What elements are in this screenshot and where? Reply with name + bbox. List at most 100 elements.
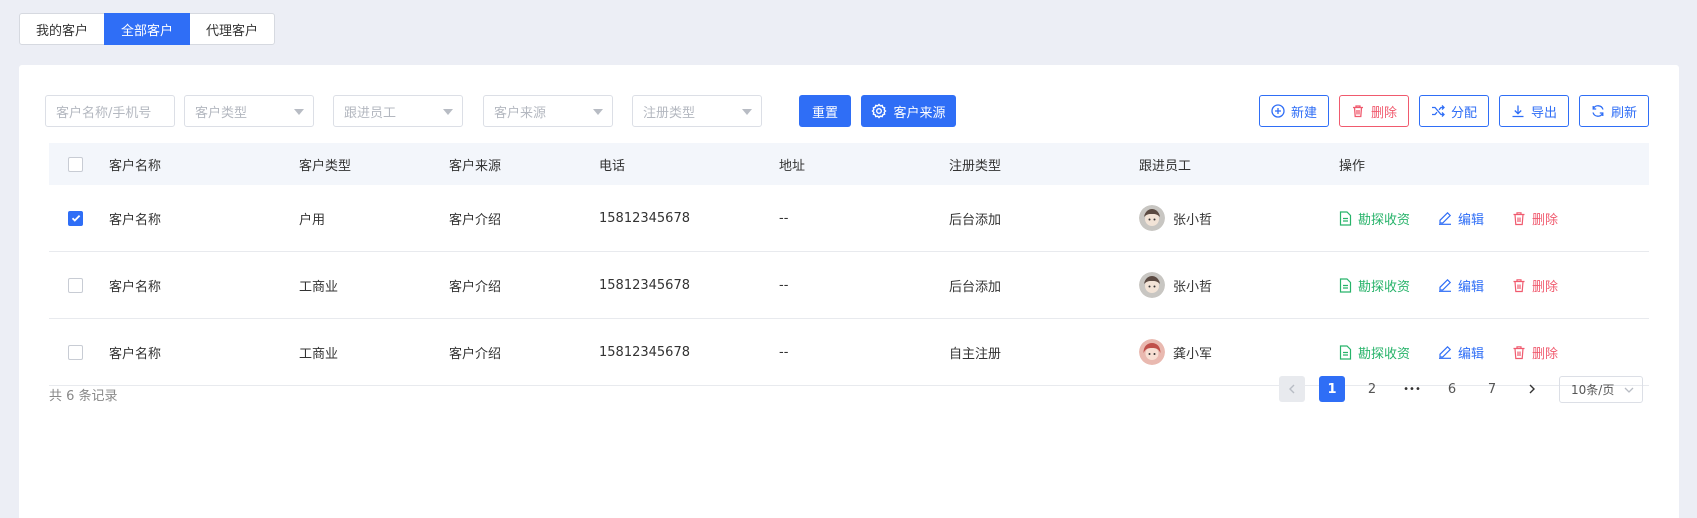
- customer-name-cell: 客户名称: [109, 212, 162, 228]
- reset-button[interactable]: 重置: [799, 95, 851, 127]
- delete-link[interactable]: 删除: [1512, 276, 1558, 295]
- refresh-button[interactable]: 刷新: [1579, 95, 1649, 127]
- customer-name-cell: 客户名称: [109, 279, 162, 295]
- delete-link[interactable]: 删除: [1512, 343, 1558, 362]
- header-follow-staff: 跟进员工: [1139, 158, 1192, 174]
- caret-down-icon: [593, 109, 603, 115]
- prev-page-button[interactable]: [1279, 376, 1305, 402]
- select-all-cell: [68, 143, 83, 185]
- header-customer-type: 客户类型: [299, 158, 352, 174]
- header-phone: 电话: [599, 158, 626, 174]
- row-checkbox[interactable]: [68, 210, 83, 226]
- follow-staff-cell: 张小哲: [1139, 252, 1212, 318]
- pencil-icon: [1439, 211, 1452, 225]
- pencil-icon: [1439, 345, 1452, 359]
- register-type-cell: 自主注册: [949, 346, 1002, 362]
- follow-staff-cell: 张小哲: [1139, 185, 1212, 251]
- plus-circle-icon: [1271, 104, 1285, 118]
- delete-link[interactable]: 删除: [1512, 209, 1558, 228]
- document-icon: [1339, 344, 1352, 360]
- page-1[interactable]: 1: [1319, 376, 1345, 402]
- register-type-cell: 后台添加: [949, 279, 1002, 295]
- survey-data-label: 勘探收资: [1358, 346, 1411, 362]
- customer-source-cell: 客户介绍: [449, 279, 502, 295]
- customer-type-cell: 工商业: [299, 346, 339, 362]
- chevron-right-icon: [1529, 384, 1535, 394]
- row-select-cell: [68, 252, 83, 318]
- new-button[interactable]: 新建: [1259, 95, 1329, 127]
- edit-label: 编辑: [1458, 279, 1485, 295]
- edit-label: 编辑: [1458, 346, 1485, 362]
- edit-link[interactable]: 编辑: [1438, 209, 1484, 228]
- customer-source-cell: 客户介绍: [449, 212, 502, 228]
- header-actions: 操作: [1339, 158, 1366, 174]
- caret-down-icon: [443, 109, 453, 115]
- document-icon: [1339, 277, 1352, 293]
- table-header: 客户名称 客户类型 客户来源 电话 地址 注册类型 跟进员工 操作: [49, 143, 1649, 185]
- customer-source-button[interactable]: 客户来源: [861, 95, 956, 127]
- gear-icon: [871, 103, 887, 119]
- total-records: 共 6 条记录: [49, 389, 118, 404]
- tab-all-customers[interactable]: 全部客户: [104, 13, 191, 45]
- survey-data-link[interactable]: 勘探收资: [1339, 209, 1410, 228]
- table-row: 客户名称 户用 客户介绍 15812345678 -- 后台添加 张小哲 勘探收…: [49, 185, 1649, 252]
- header-customer-name: 客户名称: [109, 158, 162, 174]
- staff-name: 龚小军: [1173, 346, 1213, 362]
- tab-my-customers[interactable]: 我的客户: [19, 13, 106, 45]
- assign-button[interactable]: 分配: [1419, 95, 1489, 127]
- select-all-checkbox[interactable]: [68, 156, 83, 172]
- customer-list-card: 客户名称/手机号 客户类型 跟进员工 客户来源 注册类型 重置 客户来源 新建 …: [19, 65, 1679, 518]
- phone-cell: 15812345678: [599, 344, 690, 360]
- name-phone-search-input[interactable]: 客户名称/手机号: [45, 95, 175, 127]
- register-type-select[interactable]: 注册类型: [632, 95, 762, 127]
- address-cell: --: [779, 344, 789, 360]
- row-checkbox[interactable]: [68, 344, 83, 360]
- tab-agent-customers[interactable]: 代理客户: [189, 13, 276, 45]
- edit-link[interactable]: 编辑: [1438, 276, 1484, 295]
- customer-type-select[interactable]: 客户类型: [184, 95, 314, 127]
- table-row: 客户名称 工商业 客户介绍 15812345678 -- 后台添加 张小哲 勘探…: [49, 252, 1649, 319]
- delete-label: 删除: [1532, 279, 1559, 295]
- page-size-select[interactable]: 10条/页: [1559, 376, 1643, 403]
- check-icon: [71, 214, 80, 222]
- customer-source-placeholder: 客户来源: [494, 105, 547, 121]
- row-checkbox[interactable]: [68, 277, 83, 293]
- survey-data-link[interactable]: 勘探收资: [1339, 343, 1410, 362]
- page-2[interactable]: 2: [1359, 376, 1385, 402]
- customer-tabs: 我的客户 全部客户 代理客户: [19, 13, 276, 45]
- survey-data-label: 勘探收资: [1358, 279, 1411, 295]
- page-6[interactable]: 6: [1439, 376, 1465, 402]
- refresh-label: 刷新: [1610, 105, 1637, 121]
- edit-label: 编辑: [1458, 212, 1485, 228]
- document-icon: [1339, 210, 1352, 226]
- follow-staff-placeholder: 跟进员工: [344, 105, 397, 121]
- page-ellipsis[interactable]: •••: [1399, 376, 1425, 402]
- pencil-icon: [1439, 278, 1452, 292]
- customer-table: 客户名称 客户类型 客户来源 电话 地址 注册类型 跟进员工 操作 客户名称 户…: [49, 143, 1649, 386]
- actions-cell: 勘探收资 编辑 删除: [1339, 185, 1558, 251]
- next-page-button[interactable]: [1519, 376, 1545, 402]
- edit-link[interactable]: 编辑: [1438, 343, 1484, 362]
- trash-icon: [1352, 105, 1363, 118]
- row-select-cell: [68, 185, 83, 251]
- bulk-delete-button[interactable]: 删除: [1339, 95, 1409, 127]
- export-label: 导出: [1530, 105, 1557, 121]
- header-customer-source: 客户来源: [449, 158, 502, 174]
- survey-data-link[interactable]: 勘探收资: [1339, 276, 1410, 295]
- page-7[interactable]: 7: [1479, 376, 1505, 402]
- caret-down-icon: [294, 109, 304, 115]
- customer-source-select[interactable]: 客户来源: [483, 95, 613, 127]
- export-button[interactable]: 导出: [1499, 95, 1569, 127]
- trash-icon: [1513, 345, 1525, 359]
- customer-source-cell: 客户介绍: [449, 346, 502, 362]
- follow-staff-select[interactable]: 跟进员工: [333, 95, 463, 127]
- customer-name-cell: 客户名称: [109, 346, 162, 362]
- avatar: [1139, 272, 1165, 298]
- page-size-value: 10条/页: [1571, 383, 1615, 397]
- customer-type-placeholder: 客户类型: [195, 105, 248, 121]
- trash-icon: [1513, 278, 1525, 292]
- customer-type-cell: 工商业: [299, 279, 339, 295]
- header-register-type: 注册类型: [949, 158, 1002, 174]
- survey-data-label: 勘探收资: [1358, 212, 1411, 228]
- name-phone-placeholder: 客户名称/手机号: [56, 105, 152, 121]
